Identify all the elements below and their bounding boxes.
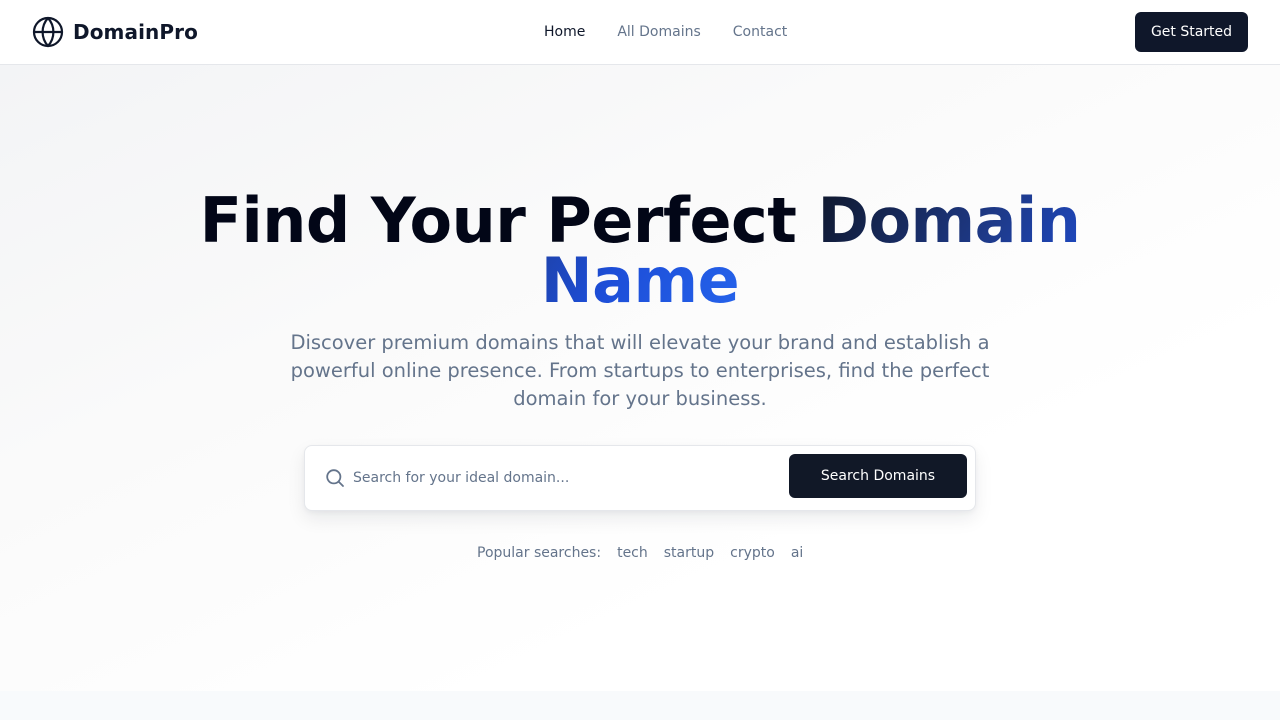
hero-title: Find Your Perfect Domain Name <box>140 190 1140 312</box>
popular-tag-tech[interactable]: tech <box>617 545 648 561</box>
search-domains-button[interactable]: Search Domains <box>789 454 967 498</box>
hero-subtitle: Discover premium domains that will eleva… <box>290 331 990 410</box>
top-navbar: DomainPro Home All Domains Contact Get S… <box>0 0 1280 65</box>
popular-tag-ai[interactable]: ai <box>791 545 803 561</box>
popular-tag-startup[interactable]: startup <box>664 545 714 561</box>
brand-name: DomainPro <box>73 20 198 44</box>
hero-section: Find Your Perfect Domain Name Discover p… <box>0 65 1280 691</box>
next-section-edge <box>0 691 1280 720</box>
get-started-button[interactable]: Get Started <box>1135 12 1248 52</box>
popular-tag-crypto[interactable]: crypto <box>730 545 775 561</box>
domain-search-bar: Search Domains <box>304 445 976 511</box>
nav-link-all-domains[interactable]: All Domains <box>617 24 700 40</box>
search-icon <box>325 468 345 492</box>
nav-link-home[interactable]: Home <box>544 24 585 40</box>
popular-searches-label: Popular searches: <box>477 545 602 561</box>
nav-link-contact[interactable]: Contact <box>733 24 787 40</box>
brand-logo-link[interactable]: DomainPro <box>32 16 198 48</box>
domain-search-input[interactable] <box>353 462 773 494</box>
popular-searches: Popular searches: tech startup crypto ai <box>477 543 803 563</box>
globe-icon <box>32 16 64 48</box>
main-nav: Home All Domains Contact <box>544 22 787 42</box>
